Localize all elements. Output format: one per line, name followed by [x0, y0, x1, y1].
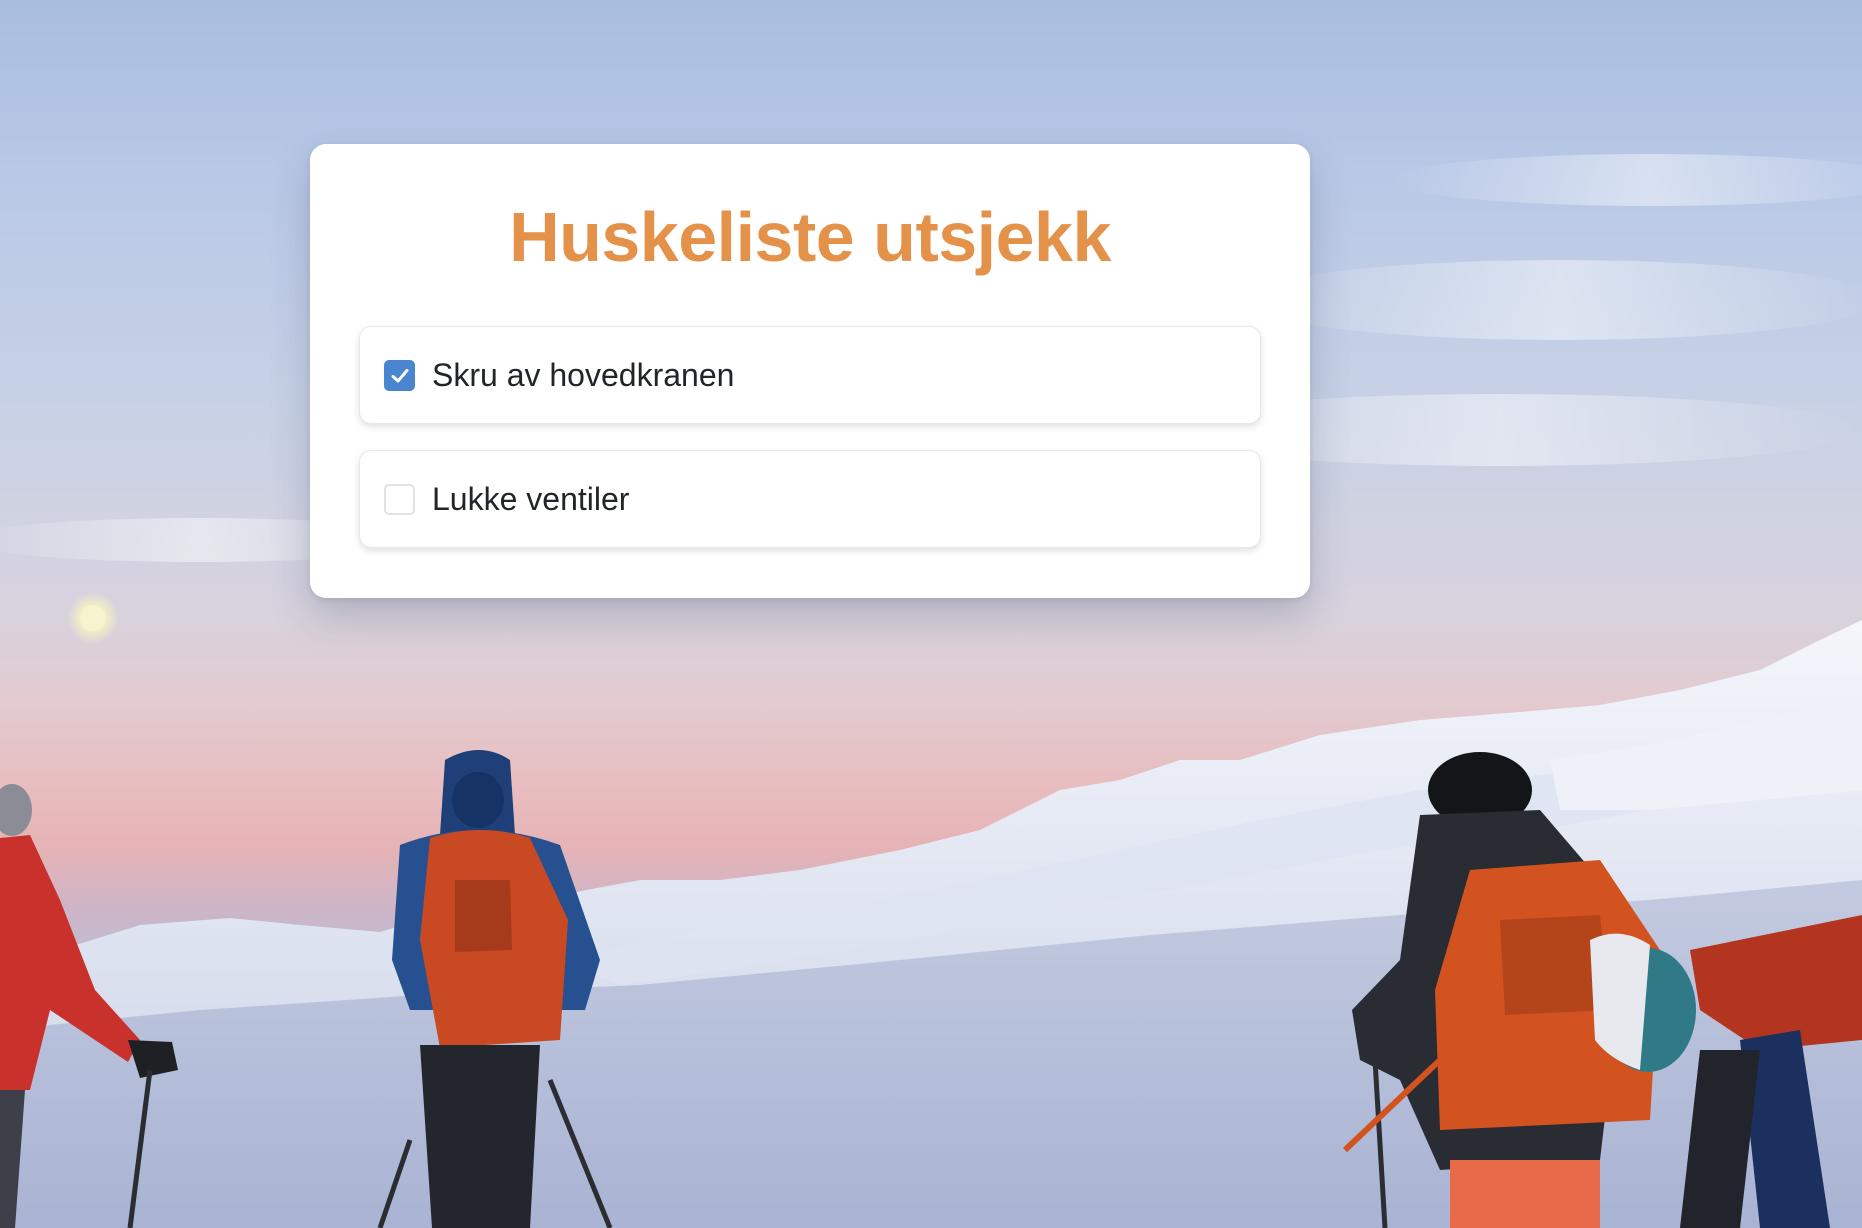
moon-disc [80, 605, 106, 631]
cloud [1240, 260, 1862, 340]
checklist-item-label: Skru av hovedkranen [432, 357, 735, 393]
checklist-item[interactable]: Lukke ventiler [359, 450, 1261, 548]
checklist-item-label: Lukke ventiler [432, 481, 630, 517]
item-checkbox[interactable] [384, 360, 415, 391]
item-checkbox[interactable] [384, 484, 415, 515]
cloud [1390, 154, 1862, 206]
checklist-item[interactable]: Skru av hovedkranen [359, 326, 1261, 424]
checkmark-icon [391, 369, 409, 383]
page-title: Huskeliste utsjekk [509, 198, 1111, 276]
checklist: Skru av hovedkranen Lukke ventiler [359, 326, 1261, 574]
checklist-card: Huskeliste utsjekk Skru av hovedkranen L… [310, 144, 1310, 598]
